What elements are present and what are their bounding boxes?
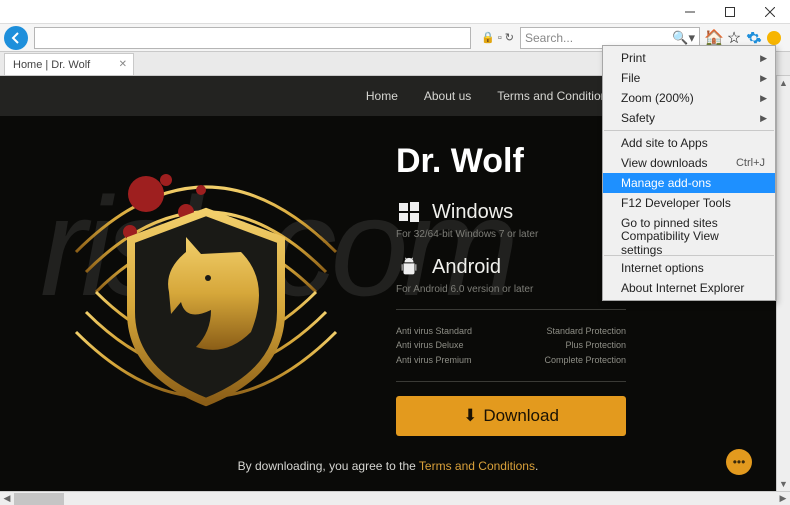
- windows-sub: For 32/64-bit Windows 7 or later: [396, 229, 626, 240]
- android-sub: For Android 6.0 version or later: [396, 284, 626, 295]
- android-label: Android: [432, 256, 501, 279]
- tab-title: Home | Dr. Wolf: [13, 59, 90, 71]
- nav-about[interactable]: About us: [424, 89, 471, 103]
- favorites-icon[interactable]: ☆: [726, 30, 742, 46]
- horizontal-scrollbar[interactable]: ◀ ▶: [0, 491, 790, 505]
- vertical-scrollbar[interactable]: ▲ ▼: [776, 76, 790, 491]
- scroll-thumb[interactable]: [14, 493, 64, 505]
- lock-icon[interactable]: 🔒: [481, 31, 495, 44]
- menu-print[interactable]: Print▶: [603, 48, 775, 68]
- address-bar[interactable]: [34, 27, 471, 49]
- refresh-icon[interactable]: ↻: [505, 31, 514, 44]
- scroll-up-icon[interactable]: ▲: [777, 76, 790, 90]
- menu-zoom[interactable]: Zoom (200%)▶: [603, 88, 775, 108]
- download-label: Download: [483, 406, 559, 426]
- maximize-button[interactable]: [710, 0, 750, 24]
- home-icon[interactable]: 🏠: [706, 30, 722, 46]
- back-button[interactable]: [4, 26, 28, 50]
- search-placeholder: Search...: [525, 31, 573, 45]
- feat-r2: Plus Protection: [544, 338, 626, 352]
- chat-bubble-icon[interactable]: •••: [726, 449, 752, 475]
- feature-grid: Anti virus Standard Anti virus Deluxe An…: [396, 316, 626, 375]
- menu-manage-addons[interactable]: Manage add-ons: [603, 173, 775, 193]
- search-icon[interactable]: 🔍▾: [672, 30, 695, 46]
- download-button[interactable]: ⬇ Download: [396, 396, 626, 436]
- minimize-button[interactable]: [670, 0, 710, 24]
- scroll-right-icon[interactable]: ▶: [776, 492, 790, 505]
- menu-about-ie[interactable]: About Internet Explorer: [603, 278, 775, 298]
- compat-icon[interactable]: ▫: [498, 32, 502, 44]
- nav-home[interactable]: Home: [366, 89, 398, 103]
- menu-internet-options[interactable]: Internet options: [603, 258, 775, 278]
- agree-text: By downloading, you agree to the Terms a…: [0, 459, 776, 473]
- menu-view-downloads[interactable]: View downloadsCtrl+J: [603, 153, 775, 173]
- scroll-left-icon[interactable]: ◀: [0, 492, 14, 505]
- window-titlebar: [0, 0, 790, 24]
- tools-gear-icon[interactable]: [746, 30, 762, 46]
- menu-compat-view[interactable]: Compatibility View settings: [603, 233, 775, 253]
- download-icon: ⬇: [463, 406, 477, 426]
- menu-add-site[interactable]: Add site to Apps: [603, 133, 775, 153]
- menu-file[interactable]: File▶: [603, 68, 775, 88]
- nav-terms[interactable]: Terms and Conditions: [497, 89, 613, 103]
- feat-r1: Standard Protection: [544, 324, 626, 338]
- feat-l3: Anti virus Premium: [396, 353, 472, 367]
- close-button[interactable]: [750, 0, 790, 24]
- brand-title: Dr. Wolf: [396, 142, 626, 181]
- menu-safety[interactable]: Safety▶: [603, 108, 775, 128]
- menu-f12[interactable]: F12 Developer Tools: [603, 193, 775, 213]
- address-bar-icons: 🔒 ▫ ↻: [477, 31, 518, 44]
- feat-l2: Anti virus Deluxe: [396, 338, 472, 352]
- hero-shield-graphic: [36, 142, 376, 442]
- tools-menu: Print▶ File▶ Zoom (200%)▶ Safety▶ Add si…: [602, 45, 776, 301]
- scroll-down-icon[interactable]: ▼: [777, 477, 790, 491]
- windows-icon: [396, 199, 422, 225]
- feedback-icon[interactable]: [766, 30, 782, 46]
- feat-l1: Anti virus Standard: [396, 324, 472, 338]
- browser-tab[interactable]: Home | Dr. Wolf ✕: [4, 53, 134, 75]
- feat-r3: Complete Protection: [544, 353, 626, 367]
- hero-info: Dr. Wolf Windows For 32/64-bit Windows 7…: [396, 142, 626, 442]
- agree-link[interactable]: Terms and Conditions: [419, 459, 535, 473]
- tab-close-icon[interactable]: ✕: [119, 59, 127, 70]
- android-icon: [396, 254, 422, 280]
- windows-label: Windows: [432, 201, 513, 224]
